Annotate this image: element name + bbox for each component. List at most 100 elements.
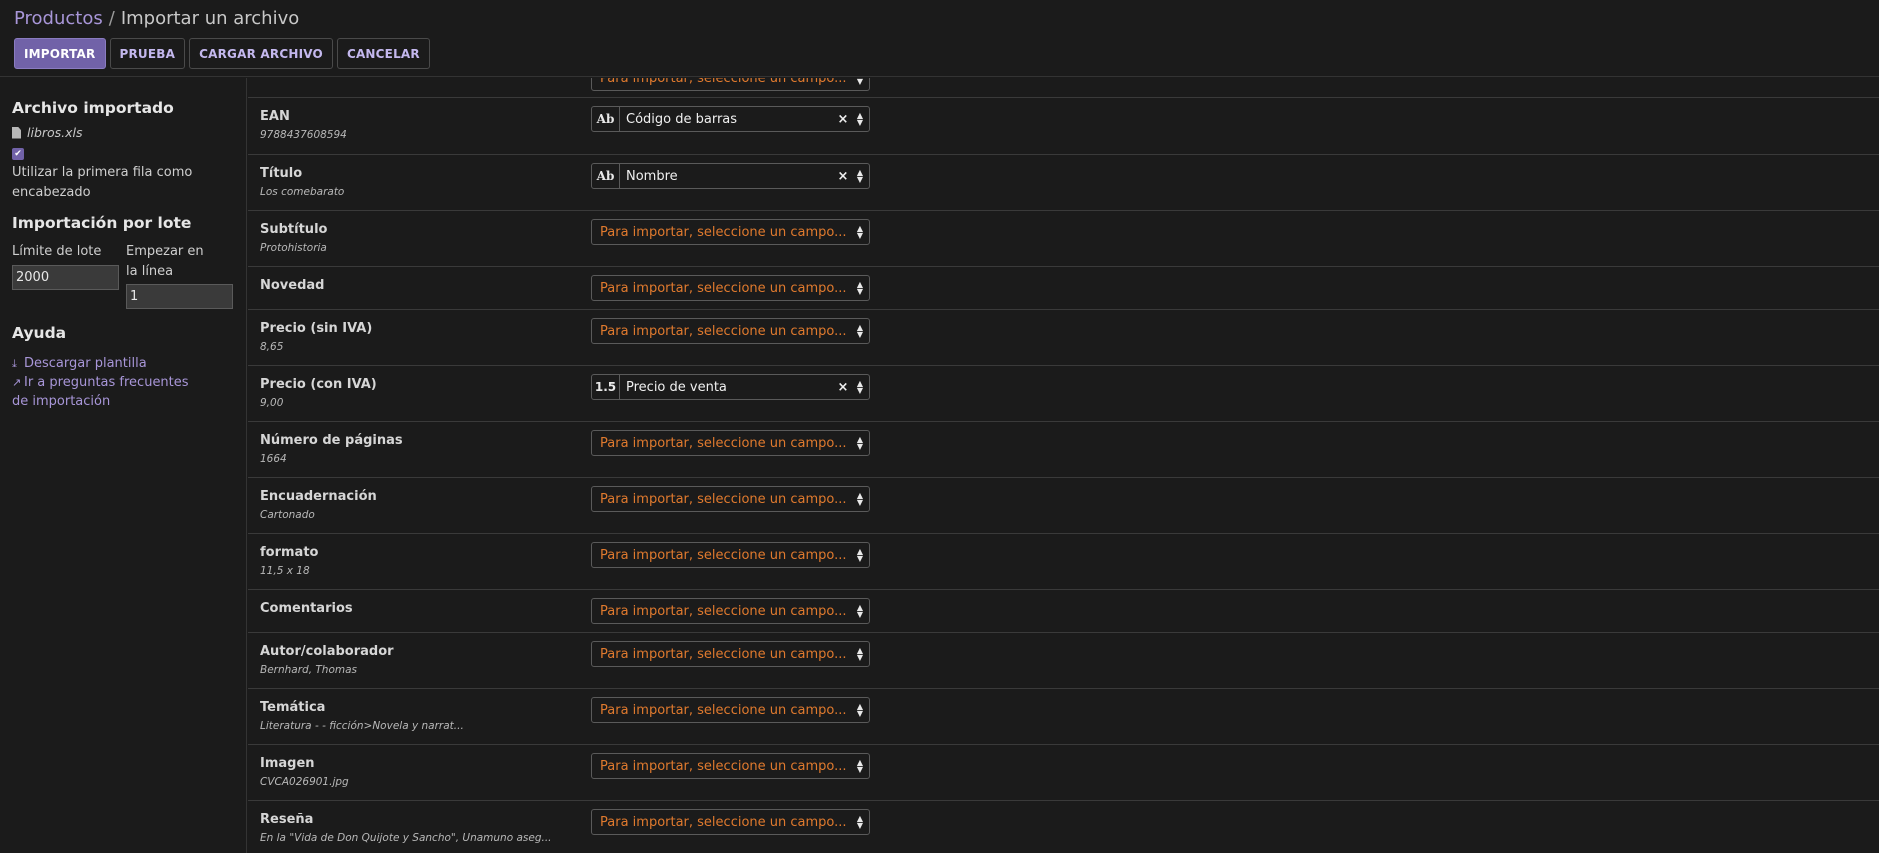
batch-limit-group: Límite de lote: [12, 240, 120, 309]
updown-caret-icon: ▲▼: [856, 547, 864, 563]
file-name: libros.xls: [27, 125, 83, 140]
field-name: Comentarios: [260, 601, 353, 616]
field-select-placeholder: Para importar, seleccione un campo...: [600, 78, 847, 86]
field-select[interactable]: Para importar, seleccione un campo... ▲▼: [591, 809, 870, 835]
breadcrumb: Productos / Importar un archivo: [14, 8, 299, 30]
field-select[interactable]: Ab Nombre × ▲ ▼: [591, 163, 870, 189]
breadcrumb-productos[interactable]: Productos: [14, 8, 103, 29]
breadcrumb-separator: /: [108, 8, 115, 29]
batch-limit-label: Límite de lote: [12, 244, 102, 259]
updown-caret-icon: ▲▼: [856, 702, 864, 718]
field-select-placeholder: Para importar, seleccione un campo...: [600, 435, 847, 451]
field-select[interactable]: Ab Código de barras × ▲ ▼: [591, 106, 870, 132]
download-icon: ⤓: [12, 357, 17, 370]
field-row-autor: Autor/colaborador Bernhard, Thomas Para …: [248, 633, 1879, 689]
field-row-comentarios: Comentarios Para importar, seleccione un…: [248, 590, 1879, 633]
field-sample: 9788437608594: [260, 129, 347, 141]
field-select-placeholder: Para importar, seleccione un campo...: [600, 547, 847, 563]
import-faq-label: Ir a preguntas frecuentes de importación: [12, 375, 189, 409]
field-select-placeholder: Para importar, seleccione un campo...: [600, 814, 847, 830]
field-sample: Literatura - - ficción>Novela y narrat..…: [260, 720, 464, 732]
download-template-label: Descargar plantilla: [24, 356, 147, 371]
help-heading: Ayuda: [12, 324, 67, 342]
field-row-formato: formato 11,5 x 18 Para importar, selecci…: [248, 534, 1879, 590]
field-row-numero-paginas: Número de páginas 1664 Para importar, se…: [248, 422, 1879, 478]
field-name: Subtítulo: [260, 222, 328, 237]
clear-icon[interactable]: ×: [835, 169, 851, 184]
text-type-icon: Ab: [592, 164, 620, 188]
updown-caret-icon: ▲▼: [856, 758, 864, 774]
field-sample: Los comebarato: [260, 186, 345, 198]
field-sample: En la "Vida de Don Quijote y Sancho", Un…: [260, 832, 552, 844]
field-row-precio-sin-iva: Precio (sin IVA) 8,65 Para importar, sel…: [248, 310, 1879, 366]
field-select[interactable]: Para importar, seleccione un campo... ▲▼: [591, 641, 870, 667]
field-select[interactable]: Para importar, seleccione un campo... ▲▼: [591, 219, 870, 245]
updown-caret-icon: ▲▼: [856, 323, 864, 339]
field-name: Encuadernación: [260, 489, 377, 504]
start-line-input[interactable]: [126, 284, 233, 309]
field-row-subtitulo: Subtítulo Protohistoria Para importar, s…: [248, 211, 1879, 267]
field-row-encuadernacion: Encuadernación Cartonado Para importar, …: [248, 478, 1879, 534]
field-row-resena: Reseña En la "Vida de Don Quijote y Sanc…: [248, 801, 1879, 853]
field-row-novedad: Novedad Para importar, seleccione un cam…: [248, 267, 1879, 310]
field-sample: 11,5 x 18: [260, 565, 310, 577]
file-icon: [12, 126, 21, 139]
imported-file-heading: Archivo importado: [12, 99, 174, 117]
updown-caret-icon: ▲▼: [856, 168, 864, 184]
import-faq-link[interactable]: ↗ Ir a preguntas frecuentes de importació…: [12, 373, 202, 411]
import-sidebar: Archivo importado libros.xls ✔ Utilizar …: [0, 78, 247, 853]
updown-caret-icon: ▲▼: [856, 491, 864, 507]
field-name: Número de páginas: [260, 433, 403, 448]
field-name: Precio (con IVA): [260, 377, 377, 392]
download-template-link[interactable]: ⤓ Descargar plantilla: [12, 354, 234, 373]
first-row-header-label: Utilizar la primera fila como encabezado: [12, 165, 193, 200]
field-sample: 9,00: [260, 397, 284, 409]
field-select-value: Precio de venta: [626, 379, 727, 395]
field-sample: 1664: [260, 453, 287, 465]
test-button[interactable]: PRUEBA: [109, 38, 186, 69]
field-select-placeholder: Para importar, seleccione un campo...: [600, 224, 847, 240]
field-select[interactable]: Para importar, seleccione un campo... ▲▼: [591, 542, 870, 568]
imported-file: libros.xls: [12, 125, 234, 140]
updown-caret-icon: ▲▼: [856, 603, 864, 619]
batch-import-heading: Importación por lote: [12, 214, 192, 232]
clear-icon[interactable]: ×: [835, 112, 851, 127]
start-line-label: Empezar en la línea: [126, 244, 204, 279]
field-select[interactable]: Para importar, seleccione un campo... ▲▼: [591, 318, 870, 344]
field-name: Título: [260, 166, 303, 181]
updown-caret-icon: ▲▼: [856, 111, 864, 127]
breadcrumb-current: Importar un archivo: [120, 8, 300, 29]
field-select[interactable]: Para importar, seleccione un campo... ▲▼: [591, 486, 870, 512]
field-select[interactable]: Para importar, seleccione un campo... ▲▼: [591, 598, 870, 624]
external-link-icon: ↗: [12, 376, 22, 389]
field-row-precio-con-iva: Precio (con IVA) 9,00 1.5 Precio de vent…: [248, 366, 1879, 422]
import-button[interactable]: IMPORTAR: [14, 38, 106, 69]
text-type-icon: Ab: [592, 107, 620, 131]
clear-icon[interactable]: ×: [835, 380, 851, 395]
field-row-tematica: Temática Literatura - - ficción>Novela y…: [248, 689, 1879, 745]
field-select[interactable]: Para importar, seleccione un campo... ▲▼: [591, 78, 870, 91]
field-name: formato: [260, 545, 319, 560]
field-select[interactable]: Para importar, seleccione un campo... ▲▼: [591, 697, 870, 723]
field-name: EAN: [260, 109, 290, 124]
batch-limit-input[interactable]: [12, 265, 119, 290]
field-select-placeholder: Para importar, seleccione un campo...: [600, 280, 847, 296]
field-row-titulo: Título Los comebarato Ab Nombre × ▲ ▼: [248, 155, 1879, 211]
upload-file-button[interactable]: CARGAR ARCHIVO: [189, 38, 333, 69]
field-mapping-list: Para importar, seleccione un campo... ▲▼…: [248, 78, 1879, 853]
field-select[interactable]: 1.5 Precio de venta × ▲ ▼: [591, 374, 870, 400]
field-select-placeholder: Para importar, seleccione un campo...: [600, 491, 847, 507]
cancel-button[interactable]: CANCELAR: [336, 38, 430, 69]
field-sample: 8,65: [260, 341, 284, 353]
updown-caret-icon: ▲▼: [856, 280, 864, 296]
field-sample: Bernhard, Thomas: [260, 664, 358, 676]
field-select[interactable]: Para importar, seleccione un campo... ▲▼: [591, 753, 870, 779]
field-sample: Cartonado: [260, 509, 315, 521]
field-select[interactable]: Para importar, seleccione un campo... ▲▼: [591, 430, 870, 456]
start-line-group: Empezar en la línea: [126, 240, 234, 309]
first-row-header-checkbox[interactable]: ✔: [12, 148, 24, 160]
field-select-placeholder: Para importar, seleccione un campo...: [600, 646, 847, 662]
field-select[interactable]: Para importar, seleccione un campo... ▲▼: [591, 275, 870, 301]
control-panel: Productos / Importar un archivo IMPORTAR P…: [0, 0, 1879, 77]
updown-caret-icon: ▲▼: [856, 379, 864, 395]
